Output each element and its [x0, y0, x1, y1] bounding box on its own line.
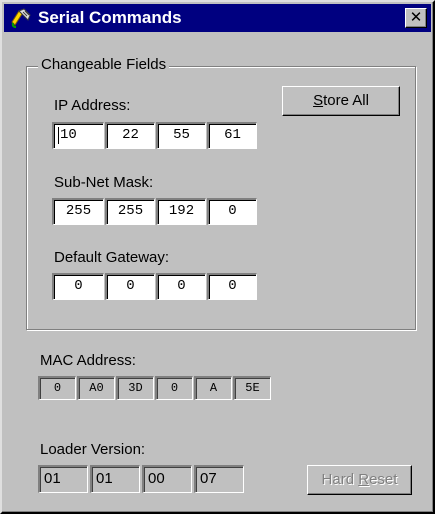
gateway-octet-4[interactable]: 0: [207, 273, 257, 300]
loader-version-part-1: 01: [38, 465, 88, 493]
mac-byte-5: A: [194, 376, 232, 400]
ip-octet-3[interactable]: 55: [156, 122, 206, 149]
close-button[interactable]: ✕: [405, 8, 427, 28]
ip-address-label: IP Address:: [54, 97, 131, 114]
window-title: Serial Commands: [38, 8, 182, 27]
loader-version-part-2: 01: [90, 465, 140, 493]
mac-byte-6: 5E: [233, 376, 271, 400]
loader-version-part-3: 00: [142, 465, 192, 493]
mac-byte-1: 0: [38, 376, 76, 400]
title-bar[interactable]: Serial Commands ✕: [4, 4, 431, 32]
serial-commands-window: Serial Commands ✕ Changeable Fields Stor…: [0, 0, 435, 514]
mac-address-label: MAC Address:: [40, 352, 136, 369]
loader-version-label: Loader Version:: [40, 441, 146, 458]
changeable-fields-legend: Changeable Fields: [38, 56, 170, 74]
subnet-octet-4[interactable]: 0: [207, 198, 257, 225]
loader-version-part-4: 07: [194, 465, 244, 493]
gateway-octet-1[interactable]: 0: [52, 273, 104, 300]
subnet-mask-label: Sub-Net Mask:: [54, 174, 154, 191]
ip-octet-2[interactable]: 22: [105, 122, 155, 149]
serial-plug-icon: [10, 7, 32, 29]
gateway-octet-3[interactable]: 0: [156, 273, 206, 300]
hard-reset-button[interactable]: Hard Reset: [307, 465, 412, 495]
subnet-octet-1[interactable]: 255: [52, 198, 104, 225]
mac-byte-3: 3D: [116, 376, 154, 400]
gateway-octet-2[interactable]: 0: [105, 273, 155, 300]
subnet-octet-3[interactable]: 192: [156, 198, 206, 225]
ip-octet-1[interactable]: 10: [52, 122, 104, 149]
mac-byte-4: 0: [155, 376, 193, 400]
ip-octet-4[interactable]: 61: [207, 122, 257, 149]
default-gateway-label: Default Gateway:: [54, 249, 170, 266]
close-icon: ✕: [409, 8, 423, 26]
store-all-button[interactable]: Store All: [282, 86, 400, 116]
mac-byte-2: A0: [77, 376, 115, 400]
subnet-octet-2[interactable]: 255: [105, 198, 155, 225]
